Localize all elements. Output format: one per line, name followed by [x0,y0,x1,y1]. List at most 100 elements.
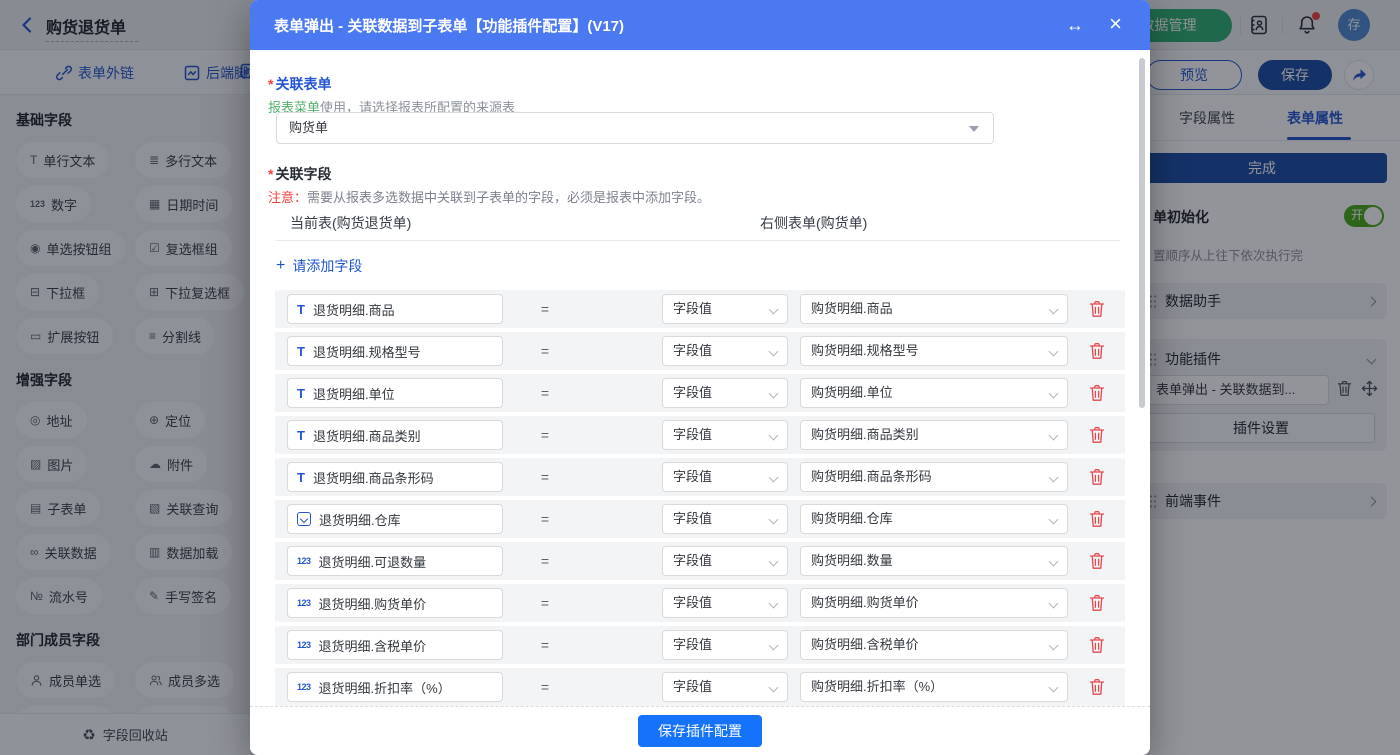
left-field-box[interactable]: 123 退货明细.购货单价 [287,588,503,618]
expand-icon[interactable]: ↔ [1066,13,1084,37]
chevron-down-icon [768,430,779,441]
add-field-link[interactable]: + 请添加字段 [276,256,362,276]
chevron-down-icon [1048,514,1059,525]
right-field-label: 购货明细.商品 [811,301,893,316]
close-icon[interactable]: × [1109,11,1122,37]
delete-row-icon[interactable] [1089,342,1105,360]
delete-row-icon[interactable] [1089,426,1105,444]
right-field-select[interactable]: 购货明细.商品类别 [800,420,1068,450]
value-type-select[interactable]: 字段值 [662,672,788,702]
field-mapping-row: 123 退货明细.含税单价 = 字段值 购货明细.含税单价 [275,626,1125,664]
chevron-down-icon [1048,472,1059,483]
delete-row-icon[interactable] [1089,552,1105,570]
related-field-note: 注意：需要从报表多选数据中关联到子表单的字段，必须是报表中添加字段。 [268,187,710,206]
right-field-select[interactable]: 购货明细.数量 [800,546,1068,576]
app-root: 购货退货单 数据管理 存 表单外链 后端脚本 预览 保存 基础字段 T 单行文本 … [0,0,1400,755]
caret-down-icon [969,126,979,132]
column-header-left: 当前表(购货退货单) [290,215,412,231]
value-type-select[interactable]: 字段值 [662,336,788,366]
select-field-icon [297,512,311,526]
equals-sign: = [540,679,550,695]
label-text: 关联字段 [275,166,332,182]
right-field-label: 购货明细.数量 [811,553,893,568]
delete-row-icon[interactable] [1089,510,1105,528]
delete-row-icon[interactable] [1089,468,1105,486]
required-asterisk: * [268,76,274,92]
source-form-select[interactable]: 购货单 [276,112,994,144]
right-field-select[interactable]: 购货明细.仓库 [800,504,1068,534]
right-field-select[interactable]: 购货明细.折扣率（%） [800,672,1068,702]
left-field-box[interactable]: T 退货明细.单位 [287,378,503,408]
left-field-label: 退货明细.商品类别 [312,428,421,444]
value-type-label: 字段值 [673,595,713,610]
right-field-select[interactable]: 购货明细.规格型号 [800,336,1068,366]
left-field-box[interactable]: T 退货明细.商品条形码 [287,462,503,492]
note-text: 需要从报表多选数据中关联到子表单的字段，必须是报表中添加字段。 [307,190,711,205]
right-field-select[interactable]: 购货明细.含税单价 [800,630,1068,660]
value-type-select[interactable]: 字段值 [662,504,788,534]
equals-sign: = [540,637,550,653]
left-field-box[interactable]: 123 退货明细.可退数量 [287,546,503,576]
value-type-select[interactable]: 字段值 [662,546,788,576]
value-type-select[interactable]: 字段值 [662,294,788,324]
left-field-label: 退货明细.折扣率（%） [318,680,451,696]
chevron-down-icon [1048,430,1059,441]
left-field-label: 退货明细.购货单价 [318,596,427,612]
chevron-down-icon [1048,682,1059,693]
chevron-down-icon [768,472,779,483]
chevron-down-icon [768,346,779,357]
left-field-label: 退货明细.单位 [312,386,395,402]
plugin-config-modal: 表单弹出 - 关联数据到子表单【功能插件配置】(V17) ↔ × * 关联表单 报… [250,0,1150,755]
modal-scrollbar[interactable] [1139,58,1145,408]
value-type-select[interactable]: 字段值 [662,588,788,618]
right-field-select[interactable]: 购货明细.购货单价 [800,588,1068,618]
left-field-box[interactable]: T 退货明细.商品 [287,294,503,324]
delete-row-icon[interactable] [1089,678,1105,696]
right-field-select[interactable]: 购货明细.商品条形码 [800,462,1068,492]
field-mapping-row: 123 退货明细.折扣率（%） = 字段值 购货明细.折扣率（%） [275,668,1125,706]
value-type-label: 字段值 [673,343,713,358]
note-label: 注意： [268,190,308,205]
chevron-down-icon [1048,598,1059,609]
add-field-label: 请添加字段 [292,258,363,274]
right-field-label: 购货明细.单位 [811,385,893,400]
left-field-label: 退货明细.商品 [312,302,395,318]
number-field-icon: 123 [297,597,311,608]
delete-row-icon[interactable] [1089,384,1105,402]
left-field-label: 退货明细.含税单价 [318,638,427,654]
chevron-down-icon [768,388,779,399]
left-field-label: 退货明细.规格型号 [312,344,421,360]
delete-row-icon[interactable] [1089,300,1105,318]
value-type-select[interactable]: 字段值 [662,630,788,660]
delete-row-icon[interactable] [1089,636,1105,654]
left-field-box[interactable]: 123 退货明细.折扣率（%） [287,672,503,702]
text-field-icon: T [297,427,305,443]
column-header-divider [276,240,1120,241]
equals-sign: = [540,553,550,569]
text-field-icon: T [297,469,305,485]
delete-row-icon[interactable] [1089,594,1105,612]
value-type-select[interactable]: 字段值 [662,378,788,408]
right-field-select[interactable]: 购货明细.单位 [800,378,1068,408]
text-field-icon: T [297,301,305,317]
select-value: 购货单 [289,120,329,135]
value-type-label: 字段值 [673,637,713,652]
chevron-down-icon [768,640,779,651]
equals-sign: = [540,469,550,485]
value-type-select[interactable]: 字段值 [662,462,788,492]
save-plugin-config-button[interactable]: 保存插件配置 [638,715,762,747]
left-field-box[interactable]: T 退货明细.规格型号 [287,336,503,366]
value-type-select[interactable]: 字段值 [662,420,788,450]
right-field-label: 购货明细.商品类别 [811,427,919,442]
left-field-label: 退货明细.仓库 [319,512,401,528]
text-field-icon: T [297,343,305,359]
plus-icon: + [276,257,286,274]
left-field-box[interactable]: T 退货明细.商品类别 [287,420,503,450]
number-field-icon: 123 [297,555,311,566]
left-field-box[interactable]: 退货明细.仓库 [287,504,503,534]
text-field-icon: T [297,385,305,401]
field-mapping-row: 123 退货明细.购货单价 = 字段值 购货明细.购货单价 [275,584,1125,622]
left-field-box[interactable]: 123 退货明细.含税单价 [287,630,503,660]
left-field-label: 退货明细.可退数量 [318,554,427,570]
right-field-select[interactable]: 购货明细.商品 [800,294,1068,324]
